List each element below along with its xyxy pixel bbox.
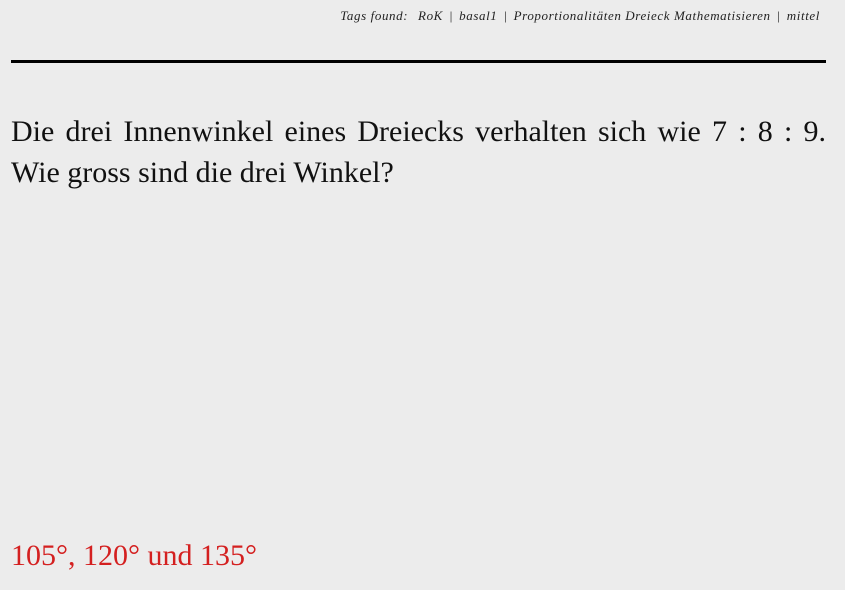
header-divider <box>11 60 826 63</box>
tags-label: Tags found: <box>340 8 409 23</box>
answer-text: 105°, 120° und 135° <box>11 539 257 572</box>
tag-difficulty: mittel <box>786 8 820 23</box>
question-text: Die drei Innenwinkel eines Dreiecks verh… <box>11 115 826 189</box>
tag-separator: | <box>776 8 781 23</box>
tags-line: Tags found: RoK | basal1 | Proportionalitäte… <box>340 8 820 24</box>
tag-rok: RoK <box>418 8 443 23</box>
tag-separator: | <box>503 8 508 23</box>
tag-topic: Proportionalitäten Dreieck Mathematisier… <box>513 8 771 23</box>
tag-separator: | <box>448 8 454 23</box>
tag-basal1: basal1 <box>459 8 498 23</box>
